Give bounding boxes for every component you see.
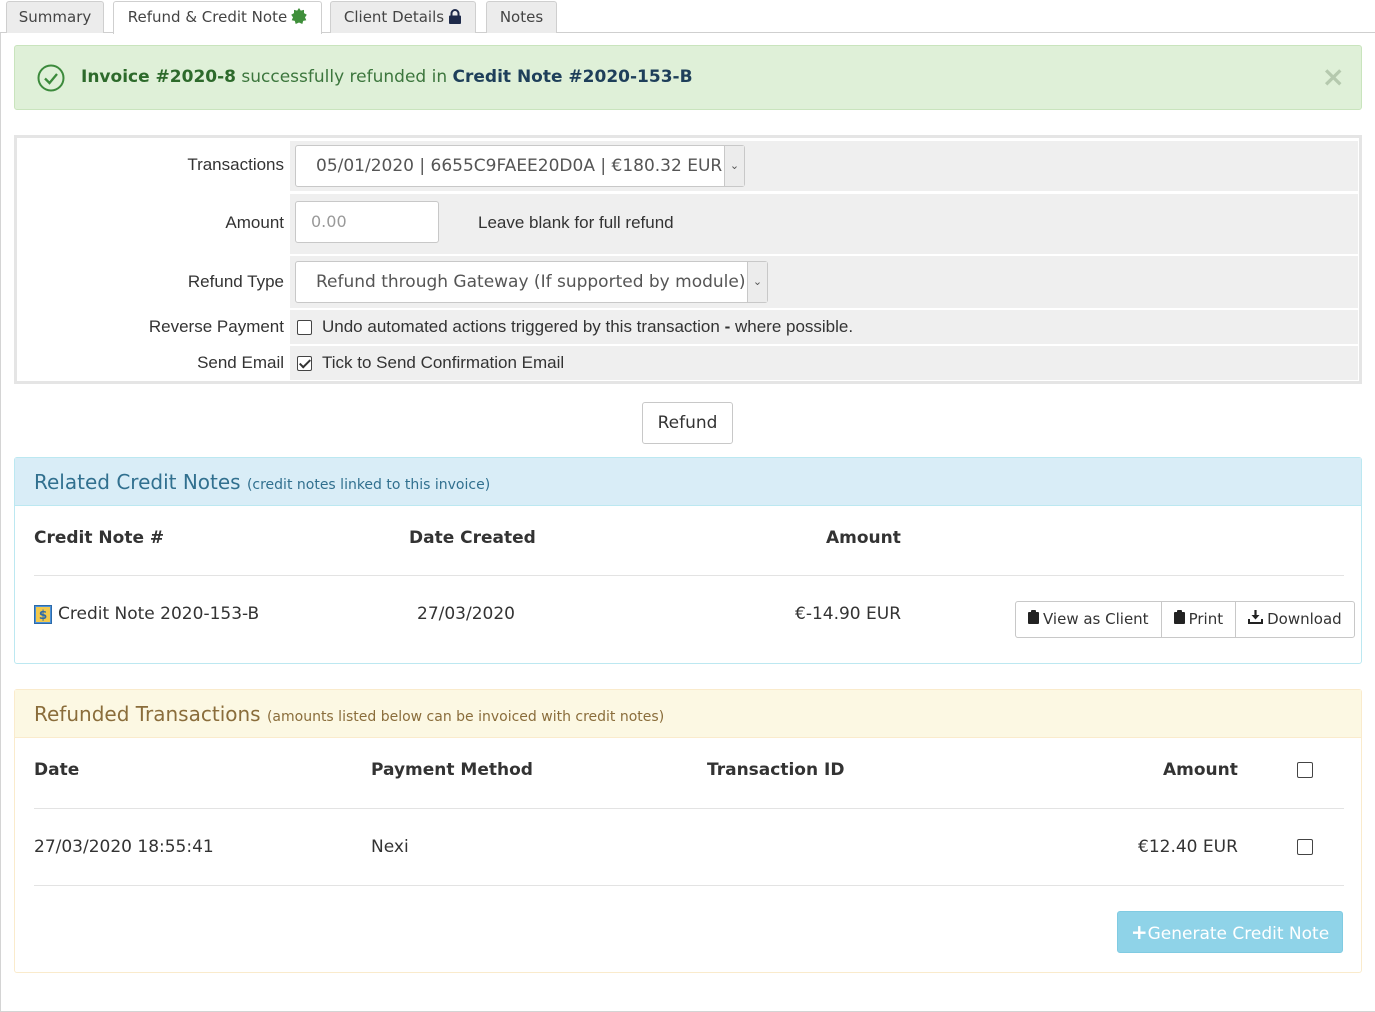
view-as-client-button[interactable]: View as Client [1016, 602, 1161, 637]
divider [34, 885, 1344, 886]
tab-summary-label: Summary [18, 8, 92, 26]
tab-client-details[interactable]: Client Details [330, 1, 476, 33]
credit-notes-subtitle: (credit notes linked to this invoice) [246, 477, 491, 493]
transactions-row: Transactions 05/01/2020 | 6655C9FAEE20D0… [17, 138, 1359, 192]
reverse-payment-checkbox[interactable] [297, 320, 312, 335]
credit-note-link[interactable]: Credit Note 2020-153-B [58, 604, 259, 624]
transaction-method: Nexi [371, 837, 409, 857]
refunded-subtitle: (amounts listed below can be invoiced wi… [266, 709, 665, 725]
amount-input[interactable]: 0.00 [295, 201, 439, 243]
reverse-payment-label: Reverse Payment [148, 317, 284, 336]
refund-type-select[interactable]: Refund through Gateway (If supported by … [295, 261, 768, 303]
refund-type-label: Refund Type [187, 272, 284, 291]
panel-heading: Refunded Transactions (amounts listed be… [15, 690, 1361, 738]
reverse-payment-text-c: where possible. [734, 317, 854, 336]
generate-credit-note-button[interactable]: +Generate Credit Note [1117, 911, 1343, 953]
svg-text:$: $ [39, 608, 47, 622]
chevron-down-icon: ⌄ [747, 262, 767, 302]
divider [34, 575, 1344, 576]
amount-label: Amount [225, 213, 284, 232]
refund-button[interactable]: Refund [642, 402, 733, 444]
column-header-amount: Amount [1163, 760, 1238, 780]
clipboard-icon [1028, 602, 1039, 637]
refunded-transactions-panel: Refunded Transactions (amounts listed be… [14, 689, 1362, 973]
tab-refund-credit-note[interactable]: Refund & Credit Note [113, 1, 322, 34]
column-header-date: Date [34, 760, 80, 780]
send-email-text: Tick to Send Confirmation Email [322, 353, 565, 372]
amount-row: Amount 0.00 Leave blank for full refund [17, 194, 1359, 254]
select-all-checkbox[interactable] [1297, 762, 1313, 778]
tab-notes[interactable]: Notes [486, 1, 557, 33]
tab-refund-label: Refund & Credit Note [127, 8, 288, 26]
transaction-date: 27/03/2020 18:55:41 [34, 837, 214, 857]
print-label: Print [1188, 610, 1224, 628]
credit-notes-title: Related Credit Notes [34, 470, 241, 494]
refunded-title: Refunded Transactions [34, 702, 261, 726]
send-email-label: Send Email [197, 353, 284, 372]
panel-heading: Related Credit Notes (credit notes linke… [15, 458, 1361, 506]
reverse-payment-text-a: Undo automated actions triggered by this… [322, 317, 725, 336]
column-header-payment-method: Payment Method [371, 760, 533, 780]
reverse-payment-field-bg: Undo automated actions triggered by this… [290, 310, 1358, 344]
tab-client-details-label: Client Details [343, 8, 445, 26]
amount-hint: Leave blank for full refund [478, 213, 674, 232]
reverse-payment-row: Reverse Payment Undo automated actions t… [17, 310, 1359, 344]
transactions-select[interactable]: 05/01/2020 | 6655C9FAEE20D0A | €180.32 E… [295, 145, 745, 187]
reverse-payment-text-b: - [724, 317, 735, 336]
refund-form: Transactions 05/01/2020 | 6655C9FAEE20D0… [14, 135, 1362, 384]
tab-summary[interactable]: Summary [6, 1, 104, 33]
column-header-amount: Amount [826, 528, 901, 548]
check-circle-icon [37, 64, 65, 97]
transactions-field-bg: 05/01/2020 | 6655C9FAEE20D0A | €180.32 E… [290, 141, 1358, 191]
plus-icon: + [1130, 920, 1148, 944]
amount-field-bg: 0.00 Leave blank for full refund [290, 194, 1358, 254]
badge-icon [291, 4, 308, 35]
panel-title: Refunded Transactions (amounts listed be… [34, 702, 664, 726]
download-label: Download [1267, 610, 1342, 628]
reverse-payment-text: Undo automated actions triggered by this… [322, 317, 853, 337]
panel-title: Related Credit Notes (credit notes linke… [34, 470, 490, 494]
alert-invoice: Invoice #2020-8 [81, 67, 236, 87]
row-checkbox[interactable] [1297, 839, 1313, 855]
refund-type-row: Refund Type Refund through Gateway (If s… [17, 256, 1359, 308]
download-button[interactable]: Download [1235, 602, 1354, 637]
alert-message: Invoice #2020-8 successfully refunded in… [81, 67, 693, 87]
generate-credit-note-label: Generate Credit Note [1147, 924, 1330, 944]
credit-note-actions: View as Client Print Download [1015, 601, 1355, 638]
credit-note-amount: €-14.90 EUR [795, 604, 902, 624]
refund-type-field-bg: Refund through Gateway (If supported by … [290, 256, 1358, 308]
view-as-client-label: View as Client [1043, 610, 1149, 628]
clipboard-icon [1173, 602, 1185, 637]
download-icon [1248, 602, 1264, 637]
send-email-row: Send Email Tick to Send Confirmation Ema… [17, 346, 1359, 380]
send-email-field-bg: Tick to Send Confirmation Email [290, 346, 1358, 380]
tab-bar: Summary Refund & Credit Note Client Deta… [0, 0, 1375, 34]
divider [34, 808, 1344, 809]
chevron-down-icon: ⌄ [724, 146, 744, 186]
lock-icon [448, 4, 462, 35]
print-button[interactable]: Print [1160, 602, 1236, 637]
success-alert: Invoice #2020-8 successfully refunded in… [14, 45, 1362, 110]
column-header-date-created: Date Created [409, 528, 536, 548]
column-header-credit-note: Credit Note # [34, 528, 165, 548]
alert-text: successfully refunded in [235, 67, 453, 87]
transactions-value: 05/01/2020 | 6655C9FAEE20D0A | €180.32 E… [316, 156, 723, 176]
credit-note-date: 27/03/2020 [417, 604, 515, 624]
close-icon[interactable]: × [1322, 60, 1345, 93]
send-email-checkbox[interactable] [297, 356, 312, 371]
transactions-label: Transactions [187, 155, 284, 174]
column-header-transaction-id: Transaction ID [707, 760, 845, 780]
tab-notes-label: Notes [499, 8, 544, 26]
refund-type-value: Refund through Gateway (If supported by … [316, 272, 746, 292]
related-credit-notes-panel: Related Credit Notes (credit notes linke… [14, 457, 1362, 664]
credit-note-icon: $ [34, 605, 52, 629]
alert-credit-note: Credit Note #2020-153-B [452, 67, 693, 87]
transaction-amount: €12.40 EUR [1138, 837, 1238, 857]
